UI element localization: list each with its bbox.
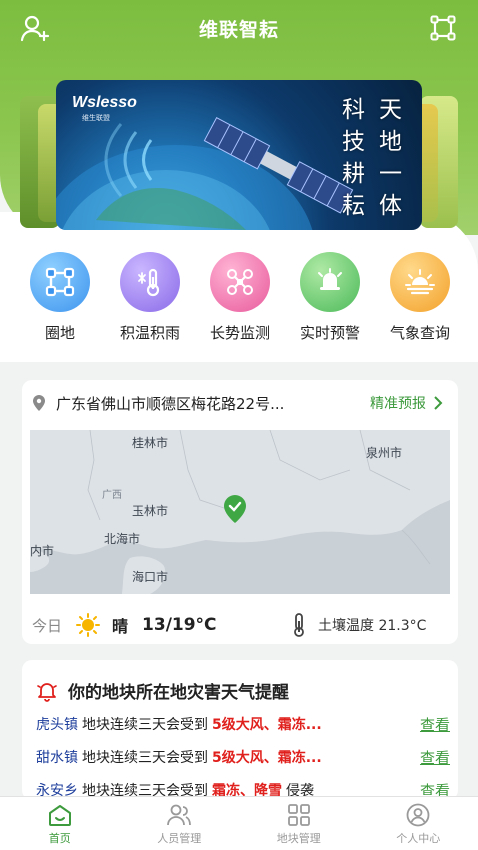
slogan-char: 天 xyxy=(379,97,402,123)
add-user-icon[interactable] xyxy=(20,14,50,42)
tab-label: 个人中心 xyxy=(396,832,441,845)
alert-hazard: 5级大风、霜冻... xyxy=(212,750,322,766)
feature-label: 气象查询 xyxy=(389,324,450,342)
feature-label: 积温积雨 xyxy=(119,324,180,342)
feature-accumulated-temp-rain[interactable]: 积温积雨 xyxy=(110,252,190,343)
tab-profile[interactable]: 个人中心 xyxy=(359,797,478,850)
alert-title: 你的地块所在地灾害天气提醒 xyxy=(68,683,289,703)
slogan-column-2: 天 地 一 体 xyxy=(379,96,402,220)
bell-alert-icon xyxy=(37,682,57,702)
feature-label: 圈地 xyxy=(44,324,75,342)
slogan-char: 耕 xyxy=(342,161,365,187)
feature-label: 实时预警 xyxy=(299,324,360,342)
map-region-label: 广西 xyxy=(102,490,122,501)
feature-shortcuts: 圈地 积温积雨 长势监测 实时预警 气象查询 xyxy=(20,252,460,343)
tab-label: 人员管理 xyxy=(157,832,202,845)
map-city-label: 海口市 xyxy=(132,570,169,584)
banner-slogan: 科 技 耕 耘 天 地 一 体 xyxy=(342,96,402,220)
chevron-right-icon[interactable] xyxy=(432,395,444,411)
alert-description: 地块连续三天会受到 xyxy=(82,717,208,733)
app-title: 维联智耘 xyxy=(198,18,279,41)
brand-logo: Wslesso xyxy=(72,94,137,111)
slogan-char: 科 xyxy=(342,97,365,123)
map-marker-icon[interactable] xyxy=(222,494,248,524)
weather-condition: 晴 xyxy=(112,617,129,636)
feature-realtime-alert[interactable]: 实时预警 xyxy=(290,252,370,343)
map-city-label: 玉林市 xyxy=(132,504,169,518)
location-address: 广东省佛山市顺德区梅花路22号... xyxy=(56,394,285,413)
alarm-icon xyxy=(300,252,360,312)
enclosure-icon xyxy=(30,252,90,312)
slogan-char: 体 xyxy=(379,193,402,219)
scan-frame-icon[interactable] xyxy=(430,15,456,41)
tab-plots[interactable]: 地块管理 xyxy=(239,797,359,850)
slogan-char: 一 xyxy=(379,161,402,187)
map-city-label: 桂林市 xyxy=(132,436,169,450)
alert-item: 甜水镇 地块连续三天会受到 5级大风、霜冻... 查看 xyxy=(36,747,450,767)
sunny-icon xyxy=(76,613,101,637)
feature-growth-monitor[interactable]: 长势监测 xyxy=(200,252,280,343)
drone-icon xyxy=(210,252,270,312)
brand-logo-subtitle: 维生联盟 xyxy=(82,114,110,122)
soil-temperature: 土壤温度 21.3°C xyxy=(318,618,427,634)
slogan-char: 耘 xyxy=(342,193,365,219)
map-city-label: 内市 xyxy=(30,544,55,558)
alert-item: 虎头镇 地块连续三天会受到 5级大风、霜冻... 查看 xyxy=(36,714,450,734)
thermometer-icon xyxy=(120,252,180,312)
alert-town: 甜水镇 xyxy=(36,750,78,766)
banner-slide[interactable]: Wslesso 维生联盟 科 技 耕 耘 天 地 一 体 xyxy=(56,80,422,230)
feature-weather-query[interactable]: 气象查询 xyxy=(380,252,460,343)
tab-home[interactable]: 首页 xyxy=(0,797,120,850)
tab-people[interactable]: 人员管理 xyxy=(120,797,240,850)
home-icon xyxy=(48,805,71,826)
map-city-label: 泉州市 xyxy=(366,446,403,460)
feature-label: 长势监测 xyxy=(209,324,270,342)
slogan-char: 技 xyxy=(342,129,365,155)
location-weather-card: 广东省佛山市顺德区梅花路22号... 精准预报 桂林市 泉州市 广西 玉林市 北… xyxy=(22,380,458,644)
weather-temperature: 13/19°C xyxy=(142,615,217,635)
slogan-char: 地 xyxy=(379,129,402,155)
disaster-alert-card: 你的地块所在地灾害天气提醒 虎头镇 地块连续三天会受到 5级大风、霜冻... 查看 … xyxy=(22,660,458,800)
precise-forecast-link[interactable]: 精准预报 xyxy=(370,393,426,413)
location-map[interactable]: 桂林市 泉州市 广西 玉林市 北海市 海口市 内市 xyxy=(30,430,450,594)
map-city-label: 北海市 xyxy=(104,532,141,546)
feature-enclosure[interactable]: 圈地 xyxy=(20,252,100,343)
tab-label: 地块管理 xyxy=(276,832,321,845)
thermometer-icon xyxy=(294,613,304,637)
weather-day-label: 今日 xyxy=(32,616,63,635)
alert-view-link[interactable]: 查看 xyxy=(420,714,450,735)
location-pin-icon xyxy=(33,395,45,411)
location-row[interactable]: 广东省佛山市顺德区梅花路22号... 精准预报 xyxy=(32,392,448,414)
alert-header: 你的地块所在地灾害天气提醒 xyxy=(36,678,289,703)
people-icon xyxy=(167,804,192,826)
bottom-tab-bar: 首页 人员管理 地块管理 个人中心 xyxy=(0,796,478,850)
alert-view-link[interactable]: 查看 xyxy=(420,747,450,768)
alert-description: 地块连续三天会受到 xyxy=(82,750,208,766)
tab-label: 首页 xyxy=(48,832,71,845)
weather-row: 今日 晴 13/19°C 土壤温度 21.3°C xyxy=(32,612,448,638)
alert-town: 虎头镇 xyxy=(36,717,78,733)
grid-icon xyxy=(287,804,310,826)
top-bar: 维联智耘 xyxy=(0,0,478,56)
sunrise-icon xyxy=(390,252,450,312)
slogan-column-1: 科 技 耕 耘 xyxy=(342,96,365,220)
profile-icon xyxy=(406,803,430,827)
alert-hazard: 5级大风、霜冻... xyxy=(212,717,322,733)
